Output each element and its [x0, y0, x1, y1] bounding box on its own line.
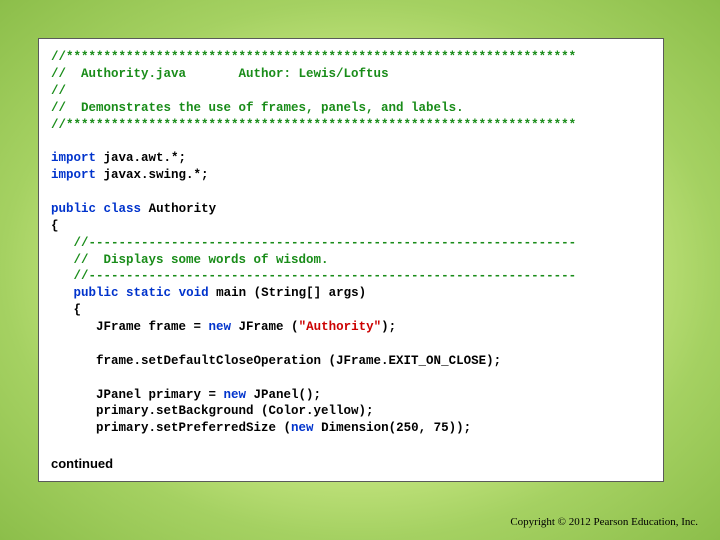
keyword-new: new	[209, 320, 232, 334]
code-text: );	[381, 320, 396, 334]
comment-line: //	[51, 84, 66, 98]
code-text: primary.setBackground (Color.yellow);	[51, 404, 374, 418]
keyword-void: void	[179, 286, 209, 300]
comment-line: //**************************************…	[51, 118, 576, 132]
comment-line: //--------------------------------------…	[51, 269, 576, 283]
comment-line: Author: Lewis/Loftus	[186, 67, 389, 81]
code-text: JFrame (	[231, 320, 299, 334]
keyword-new: new	[224, 388, 247, 402]
code-text: Dimension(250, 75));	[314, 421, 472, 435]
method-sig: main (String[] args)	[209, 286, 367, 300]
keyword-class: class	[104, 202, 142, 216]
keyword-new: new	[291, 421, 314, 435]
copyright-text: Copyright © 2012 Pearson Education, Inc.	[510, 516, 698, 528]
keyword-public: public	[51, 202, 96, 216]
class-name: Authority	[149, 202, 217, 216]
code-text: JFrame frame =	[51, 320, 209, 334]
string-literal: "Authority"	[299, 320, 382, 334]
comment-line: //--------------------------------------…	[51, 236, 576, 250]
brace: {	[51, 303, 81, 317]
code-block: //**************************************…	[51, 49, 651, 437]
keyword-import: import	[51, 168, 96, 182]
keyword-import: import	[51, 151, 96, 165]
import-target: java.awt.*;	[96, 151, 186, 165]
code-container: //**************************************…	[38, 38, 664, 482]
code-text: JPanel();	[246, 388, 321, 402]
code-text: primary.setPreferredSize (	[51, 421, 291, 435]
continued-label: continued	[51, 456, 113, 471]
keyword-public: public	[51, 286, 119, 300]
comment-line: // Demonstrates the use of frames, panel…	[51, 101, 464, 115]
import-target: javax.swing.*;	[96, 168, 209, 182]
comment-line: // Displays some words of wisdom.	[51, 253, 329, 267]
code-text: frame.setDefaultCloseOperation (JFrame.E…	[51, 354, 501, 368]
comment-line: // Authority.java	[51, 67, 186, 81]
brace: {	[51, 219, 59, 233]
code-text: JPanel primary =	[51, 388, 224, 402]
keyword-static: static	[126, 286, 171, 300]
comment-line: //**************************************…	[51, 50, 576, 64]
